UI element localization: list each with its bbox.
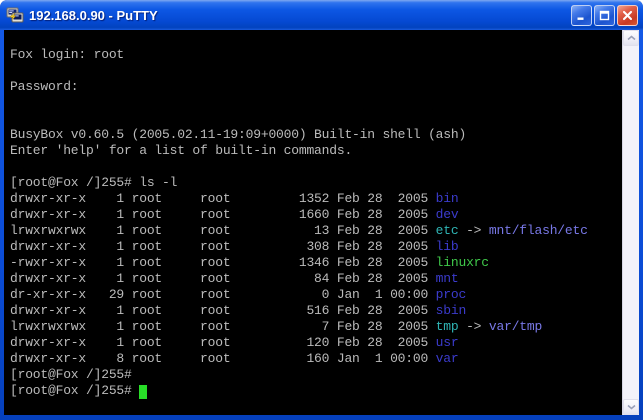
- chevron-up-icon: [627, 35, 636, 41]
- window-title: 192.168.0.90 - PuTTY: [29, 8, 571, 23]
- terminal-line: dr-xr-xr-x 29 root root 0 Jan 1 00:00 pr…: [10, 287, 622, 303]
- terminal-line: [10, 31, 622, 47]
- terminal-line: BusyBox v0.60.5 (2005.02.11-19:09+0000) …: [10, 127, 622, 143]
- window-body: Fox login: root Password: BusyBox v0.60.…: [0, 30, 643, 420]
- terminal-line: [10, 111, 622, 127]
- terminal-line: drwxr-xr-x 1 root root 1352 Feb 28 2005 …: [10, 191, 622, 207]
- terminal-line: [10, 95, 622, 111]
- putty-terminals-icon[interactable]: [6, 7, 24, 23]
- terminal-line: [10, 159, 622, 175]
- terminal-line: -rwxr-xr-x 1 root root 1346 Feb 28 2005 …: [10, 255, 622, 271]
- terminal-screen[interactable]: Fox login: root Password: BusyBox v0.60.…: [4, 30, 622, 415]
- terminal-line: drwxr-xr-x 1 root root 84 Feb 28 2005 mn…: [10, 271, 622, 287]
- terminal-line: [root@Fox /]255# ls -l: [10, 175, 622, 191]
- title-bar[interactable]: 192.168.0.90 - PuTTY: [0, 0, 643, 30]
- terminal-line: lrwxrwxrwx 1 root root 7 Feb 28 2005 tmp…: [10, 319, 622, 335]
- terminal-line: drwxr-xr-x 1 root root 308 Feb 28 2005 l…: [10, 239, 622, 255]
- chevron-down-icon: [627, 404, 636, 410]
- terminal-line: drwxr-xr-x 8 root root 160 Jan 1 00:00 v…: [10, 351, 622, 367]
- terminal-line: drwxr-xr-x 1 root root 1660 Feb 28 2005 …: [10, 207, 622, 223]
- terminal-output: Fox login: root Password: BusyBox v0.60.…: [10, 31, 622, 399]
- scroll-down-button[interactable]: [623, 399, 639, 415]
- terminal-line: Enter 'help' for a list of built-in comm…: [10, 143, 622, 159]
- close-button[interactable]: [617, 5, 638, 26]
- maximize-button[interactable]: [594, 5, 615, 26]
- maximize-icon: [599, 10, 610, 21]
- terminal-line: [root@Fox /]255#: [10, 383, 622, 399]
- terminal-line: Fox login: root: [10, 47, 622, 63]
- scroll-up-button[interactable]: [623, 30, 639, 46]
- terminal-line: [10, 63, 622, 79]
- putty-window: 192.168.0.90 - PuTTY Fox login:: [0, 0, 643, 420]
- minimize-button[interactable]: [571, 5, 592, 26]
- terminal-line: Password:: [10, 79, 622, 95]
- scrollbar[interactable]: [622, 30, 639, 415]
- terminal-line: lrwxrwxrwx 1 root root 13 Feb 28 2005 et…: [10, 223, 622, 239]
- terminal-line: drwxr-xr-x 1 root root 516 Feb 28 2005 s…: [10, 303, 622, 319]
- close-icon: [622, 10, 633, 21]
- minimize-icon: [576, 10, 587, 21]
- terminal-line: drwxr-xr-x 1 root root 120 Feb 28 2005 u…: [10, 335, 622, 351]
- terminal-cursor: [139, 385, 147, 399]
- terminal-line: [root@Fox /]255#: [10, 367, 622, 383]
